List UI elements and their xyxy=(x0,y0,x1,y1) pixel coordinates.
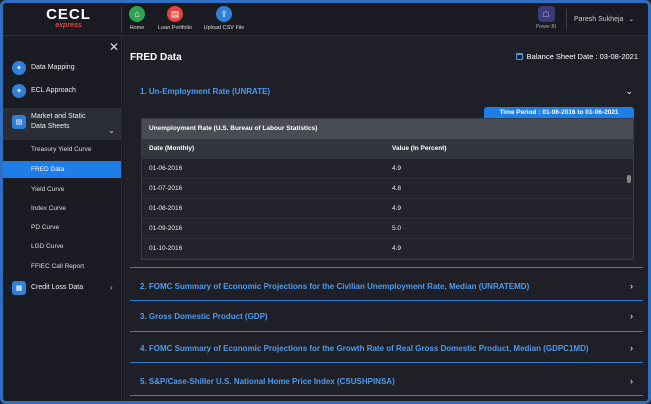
cell-value: 4.9 xyxy=(392,245,402,252)
divider xyxy=(566,9,567,29)
sidebar: ✕ ✦ Data Mapping ✦ ECL Approach ▤ Market… xyxy=(3,36,122,401)
accordion-csushpinsa[interactable]: 5. S&P/Case-Shiller U.S. National Home P… xyxy=(130,369,643,393)
nav-loan-portfolio-label: Loan Portfolio xyxy=(158,25,192,31)
table-row: 01-07-2016 4.8 xyxy=(142,179,633,199)
sidebar-sub-lgd-curve[interactable]: LGD Curve xyxy=(3,238,121,255)
chevron-right-icon: › xyxy=(630,343,633,353)
sidebar-sub-yield-curve[interactable]: Yield Curve xyxy=(3,181,121,198)
sidebar-group-market-static[interactable]: ▤ Market and Static Data Sheets ⌄ xyxy=(3,108,121,140)
accordion-unrate[interactable]: 1. Un-Employment Rate (UNRATE) ⌄ xyxy=(130,79,643,103)
sidebar-item-label: Market and Static Data Sheets xyxy=(31,113,86,130)
balance-sheet-date: Balance Sheet Date : 03-08-2021 xyxy=(515,52,638,61)
cell-date: 01-09-2016 xyxy=(149,225,183,232)
sidebar-sub-fred-data[interactable]: FRED Data xyxy=(3,161,121,178)
page-title: FRED Data xyxy=(130,52,182,63)
user-menu[interactable]: Paresh Sukheja ⌄ xyxy=(574,15,634,23)
sidebar-sub-ffiec-call-report[interactable]: FFIEC Call Report xyxy=(3,258,121,275)
sidebar-sub-pd-curve[interactable]: PD Curve xyxy=(3,219,121,236)
logo-sub: express xyxy=(55,22,82,29)
chevron-down-icon: ⌄ xyxy=(108,126,115,135)
table-row: 01-09-2016 5.0 xyxy=(142,219,633,239)
home-icon: ⌂ xyxy=(129,6,145,22)
accordion-title: 3. Gross Domestic Product (GDP) xyxy=(140,311,268,321)
accordion-title: 5. S&P/Case-Shiller U.S. National Home P… xyxy=(140,376,395,386)
cell-value: 5.0 xyxy=(392,225,402,232)
sidebar-item-label: Data Mapping xyxy=(31,64,75,71)
table-caption: Unemployment Rate (U.S. Bureau of Labour… xyxy=(142,119,633,139)
divider xyxy=(130,395,643,396)
chevron-down-icon: ⌄ xyxy=(628,16,635,23)
accordion-title: 4. FOMC Summary of Economic Projections … xyxy=(140,343,589,353)
accordion-gdp[interactable]: 3. Gross Domestic Product (GDP) › xyxy=(130,304,643,328)
accordion-gdpc1md[interactable]: 4. FOMC Summary of Economic Projections … xyxy=(130,336,643,360)
app-logo[interactable]: CECL express xyxy=(41,6,96,30)
top-bar: CECL express ⌂ Home ▤ Loan Portfolio ⇪ U… xyxy=(3,3,648,36)
sidebar-sub-index-curve[interactable]: Index Curve xyxy=(3,200,121,217)
divider xyxy=(130,331,643,332)
nav-loan-portfolio[interactable]: ▤ Loan Portfolio xyxy=(150,6,200,31)
cell-date: 01-06-2016 xyxy=(149,165,183,172)
table-row: 01-06-2016 4.9 xyxy=(142,159,633,179)
nav-upload-csv[interactable]: ⇪ Upload CSV File xyxy=(199,6,249,31)
cell-date: 01-07-2016 xyxy=(149,185,183,192)
cell-value: 4.8 xyxy=(392,185,402,192)
cell-date: 01-08-2016 xyxy=(149,205,183,212)
time-period-badge: Time Period : 01-06-2016 to 01-06-2021 xyxy=(484,107,634,118)
accordion-unratemd[interactable]: 2. FOMC Summary of Economic Projections … xyxy=(130,274,643,298)
cell-value: 4.9 xyxy=(392,205,402,212)
loan-portfolio-icon: ▤ xyxy=(167,6,183,22)
accordion-title: 2. FOMC Summary of Economic Projections … xyxy=(140,281,530,291)
cell-date: 01-10-2016 xyxy=(149,245,183,252)
chevron-right-icon: › xyxy=(630,281,633,291)
column-header-date: Date (Monthly) xyxy=(149,145,195,152)
chevron-right-icon: › xyxy=(630,376,633,386)
calendar-icon xyxy=(515,53,523,60)
sidebar-sub-treasury-yield-curve[interactable]: Treasury Yield Curve xyxy=(3,141,121,158)
table-row: 01-08-2016 4.9 xyxy=(142,199,633,219)
sidebar-item-ecl-approach[interactable]: ✦ ECL Approach xyxy=(3,84,121,98)
logo-main: CECL xyxy=(46,6,91,23)
nav-upload-csv-label: Upload CSV File xyxy=(203,25,245,31)
sidebar-item-data-mapping[interactable]: ✦ Data Mapping xyxy=(3,61,121,75)
chevron-down-icon: ⌄ xyxy=(625,85,633,96)
chevron-right-icon: › xyxy=(110,283,113,292)
table-row: 01-10-2016 4.9 xyxy=(142,239,633,259)
table-scrollbar[interactable] xyxy=(627,175,631,183)
sidebar-item-label: ECL Approach xyxy=(31,87,76,94)
main-content: FRED Data Balance Sheet Date : 03-08-202… xyxy=(123,36,648,401)
app-frame: CECL express ⌂ Home ▤ Loan Portfolio ⇪ U… xyxy=(0,0,651,404)
data-sheets-icon: ▤ xyxy=(12,115,26,129)
upload-icon: ⇪ xyxy=(216,6,232,22)
powerbi-label: Power BI xyxy=(535,24,557,30)
chevron-right-icon: › xyxy=(630,311,633,321)
credit-loss-icon: ▦ xyxy=(12,281,26,295)
ecl-approach-icon: ✦ xyxy=(12,84,26,98)
sidebar-item-credit-loss-data[interactable]: ▦ Credit Loss Data xyxy=(3,281,121,295)
column-header-value: Value (In Percent) xyxy=(392,145,447,152)
sidebar-item-market-static: ▤ Market and Static Data Sheets xyxy=(3,112,121,132)
balance-sheet-date-text: Balance Sheet Date : 03-08-2021 xyxy=(526,52,638,61)
powerbi-button[interactable]: ☖ Power BI xyxy=(533,6,559,30)
divider xyxy=(130,267,643,268)
unrate-table: Unemployment Rate (U.S. Bureau of Labour… xyxy=(141,118,634,260)
table-header: Date (Monthly) Value (In Percent) xyxy=(142,139,633,159)
user-name: Paresh Sukheja xyxy=(574,16,624,23)
sidebar-item-label: Credit Loss Data xyxy=(31,284,84,291)
divider xyxy=(130,300,643,301)
close-icon[interactable]: ✕ xyxy=(109,40,119,54)
divider xyxy=(130,362,643,363)
data-mapping-icon: ✦ xyxy=(12,61,26,75)
cell-value: 4.9 xyxy=(392,165,402,172)
powerbi-icon: ☖ xyxy=(537,6,555,22)
accordion-title: 1. Un-Employment Rate (UNRATE) xyxy=(140,86,271,96)
